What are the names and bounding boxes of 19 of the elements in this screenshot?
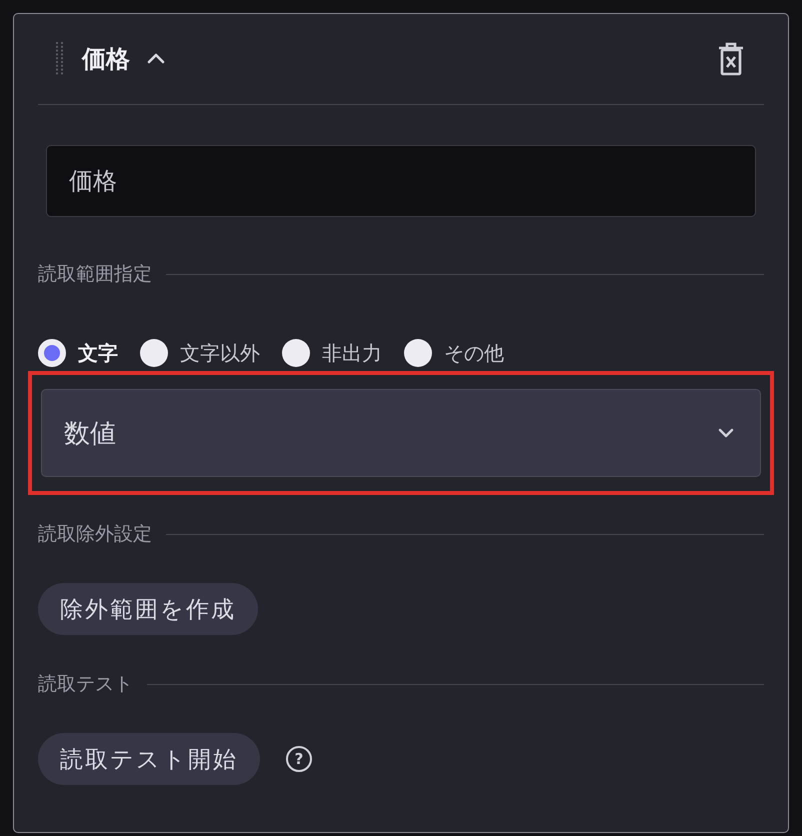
help-icon[interactable]: ?	[286, 746, 312, 772]
section-label: 読取範囲指定	[38, 262, 152, 287]
delete-icon[interactable]	[716, 41, 746, 77]
radio-button[interactable]	[282, 339, 310, 367]
radio-button[interactable]	[38, 339, 66, 367]
section-title: 価格	[82, 44, 130, 75]
radio-button[interactable]	[140, 339, 168, 367]
radio-option[interactable]: 非出力	[282, 339, 382, 367]
radio-option[interactable]: その他	[404, 339, 504, 367]
section-label: 読取除外設定	[38, 522, 152, 547]
radio-option[interactable]: 文字	[38, 339, 118, 367]
radio-button[interactable]	[404, 339, 432, 367]
name-input-field[interactable]: 価格	[46, 145, 756, 217]
start-test-button[interactable]: 読取テスト開始	[38, 733, 260, 785]
section-label: 読取テスト	[38, 672, 133, 697]
create-exclusion-button[interactable]: 除外範囲を作成	[38, 583, 258, 635]
drag-handle-icon[interactable]	[54, 42, 66, 76]
type-dropdown[interactable]: 数値	[41, 389, 761, 477]
radio-option[interactable]: 文字以外	[140, 339, 260, 367]
